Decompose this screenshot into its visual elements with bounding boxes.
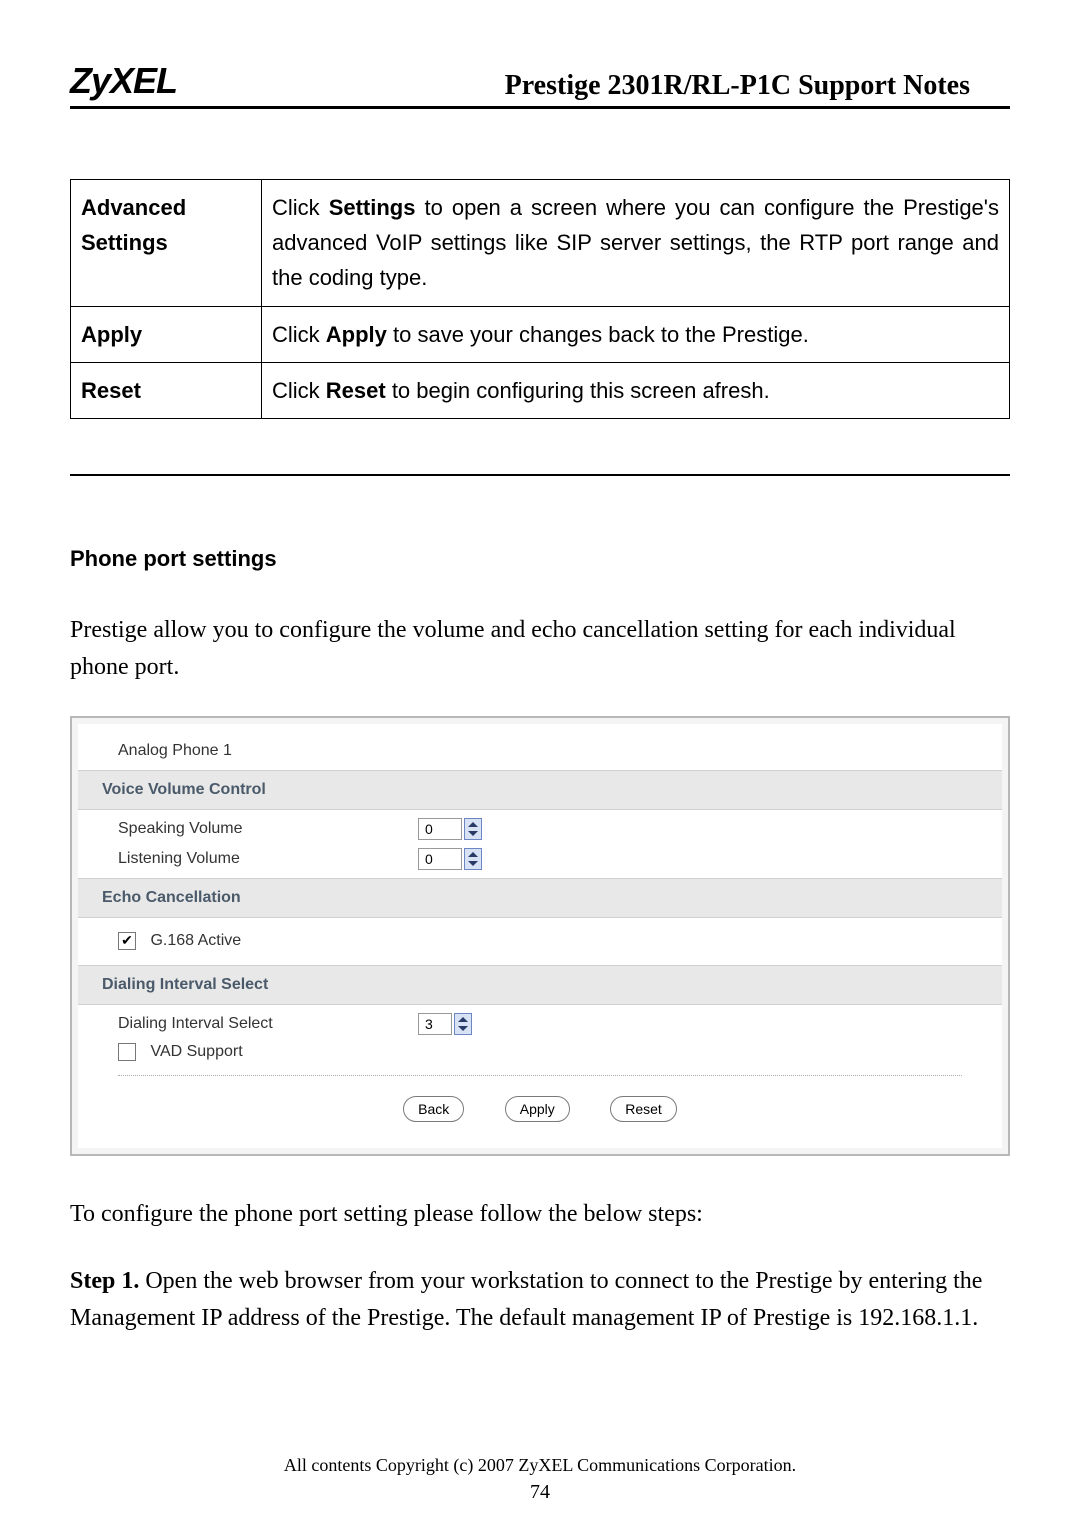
panel-title: Analog Phone 1 [78, 724, 1002, 770]
table-row: Reset Click Reset to begin configuring t… [71, 362, 1010, 418]
page-number: 74 [0, 1481, 1080, 1504]
echo-cancellation-header: Echo Cancellation [78, 878, 1002, 918]
table-row: Advanced Settings Click Settings to open… [71, 180, 1010, 307]
desc-bold: Reset [326, 378, 386, 403]
step-1-label: Step 1. [70, 1268, 139, 1294]
brand-logo: ZyXEL [70, 60, 177, 102]
row-label: Apply [71, 306, 262, 362]
speaking-volume-input[interactable] [418, 818, 462, 840]
listening-volume-label: Listening Volume [118, 850, 418, 868]
spinner-icon[interactable] [464, 848, 482, 870]
table-row: Apply Click Apply to save your changes b… [71, 306, 1010, 362]
dialing-interval-row: Dialing Interval Select [78, 1005, 1002, 1043]
dialing-interval-label: Dialing Interval Select [118, 1015, 418, 1033]
section-divider [70, 474, 1010, 476]
copyright-footer: All contents Copyright (c) 2007 ZyXEL Co… [0, 1455, 1080, 1476]
page-header: ZyXEL Prestige 2301R/RL-P1C Support Note… [70, 60, 1010, 109]
row-label: Advanced Settings [71, 180, 262, 307]
section-heading: Phone port settings [70, 546, 1010, 572]
button-row: Back Apply Reset [118, 1075, 962, 1148]
dialing-interval-input[interactable] [418, 1013, 452, 1035]
desc-post: to begin configuring this screen afresh. [386, 378, 770, 403]
voice-volume-header: Voice Volume Control [78, 770, 1002, 810]
vad-row: VAD Support [78, 1043, 1002, 1075]
section-intro: Prestige allow you to configure the volu… [70, 612, 1010, 686]
desc-post: to save your changes back to the Prestig… [387, 322, 809, 347]
reset-button[interactable]: Reset [610, 1096, 677, 1122]
vad-checkbox[interactable] [118, 1043, 136, 1061]
dialing-interval-header: Dialing Interval Select [78, 965, 1002, 1005]
desc-bold: Apply [326, 322, 387, 347]
step-1: Step 1. Open the web browser from your w… [70, 1263, 1010, 1337]
step-1-text: Open the web browser from your workstati… [70, 1268, 982, 1331]
row-desc: Click Settings to open a screen where yo… [262, 180, 1010, 307]
desc-bold: Settings [329, 195, 416, 220]
desc-pre: Click [272, 378, 326, 403]
panel-inner: Analog Phone 1 Voice Volume Control Spea… [78, 724, 1002, 1147]
row-label: Reset [71, 362, 262, 418]
apply-button[interactable]: Apply [505, 1096, 570, 1122]
listening-volume-row: Listening Volume [78, 848, 1002, 878]
vad-label: VAD Support [150, 1043, 242, 1060]
back-button[interactable]: Back [403, 1096, 464, 1122]
listening-volume-input[interactable] [418, 848, 462, 870]
document-title: Prestige 2301R/RL-P1C Support Notes [505, 70, 970, 102]
desc-pre: Click [272, 322, 326, 347]
page: ZyXEL Prestige 2301R/RL-P1C Support Note… [0, 0, 1080, 1528]
desc-pre: Click [272, 195, 329, 220]
g168-checkbox[interactable] [118, 932, 136, 950]
steps-lead: To configure the phone port setting plea… [70, 1196, 1010, 1233]
spinner-icon[interactable] [464, 818, 482, 840]
phone-port-settings-panel: Analog Phone 1 Voice Volume Control Spea… [70, 716, 1010, 1155]
spinner-icon[interactable] [454, 1013, 472, 1035]
speaking-volume-label: Speaking Volume [118, 820, 418, 838]
g168-row: G.168 Active [78, 918, 1002, 964]
speaking-volume-row: Speaking Volume [78, 810, 1002, 848]
row-desc: Click Reset to begin configuring this sc… [262, 362, 1010, 418]
g168-label: G.168 Active [150, 933, 241, 950]
settings-description-table: Advanced Settings Click Settings to open… [70, 179, 1010, 419]
row-desc: Click Apply to save your changes back to… [262, 306, 1010, 362]
